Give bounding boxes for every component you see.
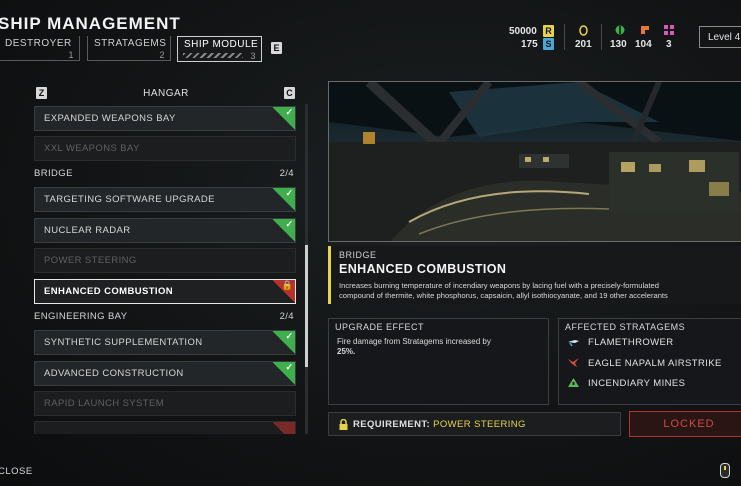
mouse-icon: [720, 463, 730, 478]
list-item[interactable]: SYNTHETIC SUPPLEMENTATION ✓: [34, 330, 296, 355]
close-button[interactable]: CLOSE: [0, 466, 33, 477]
unlocked-check-icon: ✓: [273, 219, 295, 242]
requirement-label: REQUIREMENT:: [353, 419, 431, 430]
flamethrower-icon: [568, 340, 579, 347]
list-scrollbar[interactable]: [305, 104, 308, 434]
section-label: ENGINEERING BAY: [34, 311, 128, 322]
module-category: BRIDGE: [339, 250, 377, 260]
effect-value: 25%.: [337, 347, 356, 356]
super-samples-value: 3: [666, 39, 672, 50]
module-preview-image: [328, 81, 741, 242]
unlocked-check-icon: ✓: [273, 188, 295, 211]
list-item[interactable]: RAPID LAUNCH SYSTEM: [34, 391, 296, 416]
upgrade-effect-panel: UPGRADE EFFECT Fire damage from Stratage…: [328, 318, 549, 405]
requirement-bar: REQUIREMENT: POWER STEERING: [328, 412, 621, 436]
accent-bar: [328, 246, 331, 304]
requirement-text: REQUIREMENT: POWER STEERING: [353, 419, 526, 430]
medals-value: 175: [521, 39, 538, 50]
medals-icon: S: [543, 38, 554, 50]
next-tab-key[interactable]: E: [271, 42, 282, 54]
locked-button[interactable]: LOCKED: [629, 411, 741, 437]
upgrade-list: EXPANDED WEAPONS BAY ✓ XXL WEAPONS BAY B…: [34, 104, 298, 434]
unlocked-check-icon: ✓: [273, 107, 295, 130]
list-item-label: NUCLEAR RADAR: [44, 225, 131, 236]
upgrade-effect-heading: UPGRADE EFFECT: [335, 322, 425, 332]
scrollbar-thumb[interactable]: [305, 245, 308, 367]
stratagem-item: FLAMETHROWER: [567, 336, 674, 348]
upgrade-effect-text: Fire damage from Stratagems increased by…: [337, 337, 522, 357]
credits-icon: [579, 25, 588, 36]
list-item-label: ADVANCED CONSTRUCTION: [44, 368, 184, 379]
affected-stratagems-heading: AFFECTED STRATAGEMS: [565, 322, 686, 332]
effect-text: Fire damage from Stratagems increased by: [337, 337, 491, 346]
stratagem-name: INCENDIARY MINES: [588, 378, 686, 389]
tab-number: 1: [68, 50, 74, 60]
list-item-label: RAPID LAUNCH SYSTEM: [44, 398, 165, 409]
list-item[interactable]: TARGETING SOFTWARE UPGRADE ✓: [34, 187, 296, 212]
list-item-label: POWER STEERING: [44, 255, 137, 266]
list-header: Z HANGAR C: [34, 86, 298, 102]
tab-label: STRATAGEMS: [94, 38, 167, 49]
list-item[interactable]: ADVANCED CONSTRUCTION ✓: [34, 361, 296, 386]
module-name: ENHANCED COMBUSTION: [339, 262, 507, 276]
affected-stratagems-panel: AFFECTED STRATAGEMS FLAMETHROWER EAGLE N…: [558, 318, 741, 405]
list-heading: HANGAR: [143, 88, 189, 99]
requirement-value: POWER STEERING: [433, 419, 526, 430]
tab-destroyer[interactable]: DESTROYER 1: [0, 36, 80, 61]
locked-padlock-icon: [273, 422, 295, 434]
list-item[interactable]: [34, 421, 296, 434]
description-line: compound of thermite, white phosphorus, …: [339, 291, 668, 300]
rare-sample-icon: [641, 26, 649, 34]
ship-interior-illustration: [329, 82, 741, 241]
tab-number: 3: [250, 51, 256, 61]
unlocked-check-icon: ✓: [273, 331, 295, 354]
stratagem-name: EAGLE NAPALM AIRSTRIKE: [588, 358, 722, 369]
list-item[interactable]: POWER STEERING: [34, 248, 296, 273]
player-level: Level 4: [699, 26, 741, 48]
next-category-key[interactable]: C: [284, 87, 295, 99]
list-item[interactable]: EXPANDED WEAPONS BAY ✓: [34, 106, 296, 131]
module-description: Increases burning temperature of incendi…: [339, 281, 741, 301]
super-sample-icon: [664, 25, 674, 35]
section-header: BRIDGE 2/4: [34, 168, 296, 186]
tab-label: SHIP MODULE: [184, 39, 259, 50]
common-sample-icon: [615, 25, 625, 35]
list-item-label: TARGETING SOFTWARE UPGRADE: [44, 194, 215, 205]
module-info: BRIDGE ENHANCED COMBUSTION Increases bur…: [328, 246, 741, 304]
credits-value: 201: [575, 39, 592, 50]
eagle-napalm-icon: [568, 358, 579, 367]
stratagem-item: INCENDIARY MINES: [567, 377, 685, 389]
list-item-selected[interactable]: ENHANCED COMBUSTION 🔒: [34, 279, 296, 304]
section-label: BRIDGE: [34, 168, 73, 179]
stratagem-name: FLAMETHROWER: [588, 337, 674, 348]
tab-stratagems[interactable]: STRATAGEMS 2: [87, 36, 171, 61]
tab-ship-module[interactable]: SHIP MODULE 3: [177, 36, 262, 62]
list-item-label: SYNTHETIC SUPPLEMENTATION: [44, 337, 203, 348]
unlocked-check-icon: ✓: [273, 362, 295, 385]
list-item-label: EXPANDED WEAPONS BAY: [44, 113, 176, 124]
section-count: 2/4: [279, 168, 294, 179]
rare-samples-value: 104: [635, 39, 652, 50]
tab-number: 2: [159, 50, 165, 60]
list-item[interactable]: XXL WEAPONS BAY: [34, 136, 296, 161]
divider: [601, 24, 602, 50]
common-samples-value: 130: [610, 39, 627, 50]
section-header: ENGINEERING BAY 2/4: [34, 311, 296, 329]
requisition-icon: R: [543, 25, 554, 37]
page-title: SHIP MANAGEMENT: [0, 14, 181, 33]
list-item-label: ENHANCED COMBUSTION: [44, 286, 173, 297]
incendiary-mines-icon: [568, 378, 579, 387]
requisition-value: 50000: [509, 26, 537, 37]
list-item-label: XXL WEAPONS BAY: [44, 143, 140, 154]
tab-label: DESTROYER: [5, 38, 72, 49]
list-item[interactable]: NUCLEAR RADAR ✓: [34, 218, 296, 243]
tab-active-hatch: [183, 53, 243, 58]
locked-padlock-icon: 🔒: [273, 280, 295, 303]
stratagem-item: EAGLE NAPALM AIRSTRIKE: [567, 357, 722, 369]
description-line: Increases burning temperature of incendi…: [339, 281, 659, 290]
padlock-icon: [339, 419, 348, 430]
section-count: 2/4: [279, 311, 294, 322]
divider: [564, 24, 565, 50]
